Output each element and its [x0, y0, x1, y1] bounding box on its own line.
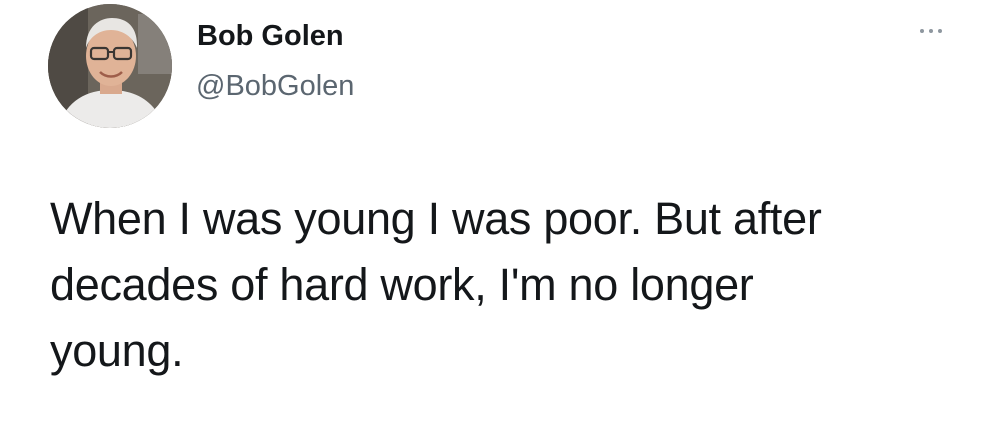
avatar[interactable]	[48, 4, 172, 128]
author-display-name[interactable]: Bob Golen	[197, 20, 344, 53]
tweet-text-line: decades of hard work, I'm no longer	[50, 259, 754, 310]
tweet-text-line: young.	[50, 325, 184, 376]
more-horizontal-icon[interactable]	[918, 24, 944, 38]
avatar-photo	[48, 4, 172, 128]
tweet-card: Bob Golen @BobGolen When I was young I w…	[0, 0, 1001, 431]
tweet-text: When I was young I was poor. But after d…	[50, 186, 950, 384]
author-handle[interactable]: @BobGolen	[196, 70, 354, 103]
tweet-text-line: When I was young I was poor. But after	[50, 193, 822, 244]
